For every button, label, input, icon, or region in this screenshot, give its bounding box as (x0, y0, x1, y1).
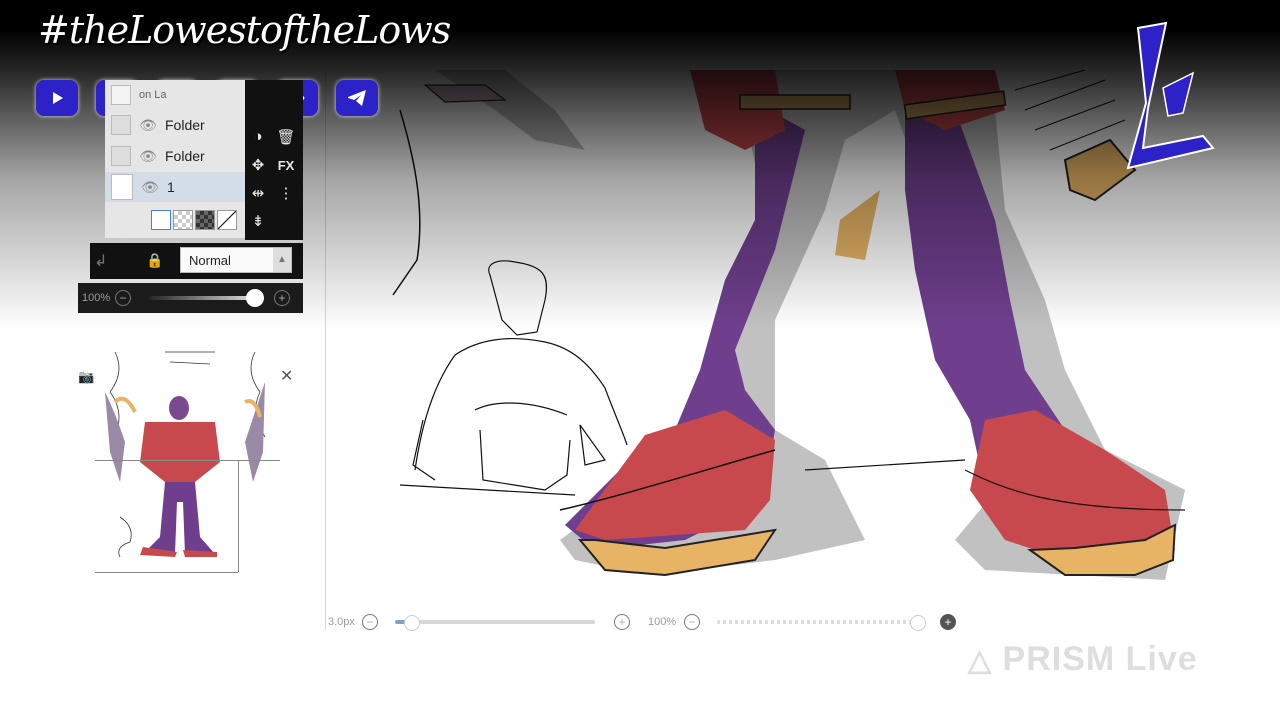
brush-opacity-value: 100% (648, 616, 677, 628)
white-background-swatch[interactable] (151, 210, 171, 230)
stylized-L-logo-icon (1126, 21, 1215, 170)
layer-row-active[interactable]: 👁 1 (105, 172, 245, 202)
folder-label: Folder (165, 148, 205, 164)
mask-icon[interactable]: ◑ (247, 128, 269, 145)
telegram-icon (336, 80, 378, 116)
eye-icon[interactable]: 👁 (141, 179, 159, 196)
brush-opacity-plus-button[interactable]: + (940, 614, 956, 630)
folder-label: Folder (165, 117, 205, 133)
no-background-swatch[interactable] (217, 210, 237, 230)
layer-row[interactable]: on La (105, 80, 245, 110)
close-icon[interactable]: ✕ (280, 366, 293, 386)
reference-image (95, 342, 280, 573)
brush-size-slider[interactable] (395, 620, 595, 624)
merge-icon[interactable]: ⇟ (247, 212, 269, 230)
eye-icon[interactable]: 👁 (139, 117, 157, 134)
reference-preview[interactable] (95, 342, 280, 622)
stream-hashtag-title: #theLowestoftheLows (38, 8, 451, 52)
layer-thumbnail (111, 85, 131, 105)
opacity-slider-handle[interactable] (246, 289, 264, 307)
layer-tools-column: ◑ 🗑 ✥ FX ⇹ ⋮ ⇟ (245, 80, 303, 240)
layer-label: on La (139, 89, 167, 101)
youtube-icon (36, 80, 78, 116)
plus-button[interactable]: + (274, 290, 290, 306)
move-icon[interactable]: ✥ (247, 156, 269, 174)
folder-icon (111, 146, 131, 166)
brush-opacity-minus-button[interactable]: − (684, 614, 700, 630)
clip-icon[interactable]: ↲ (94, 251, 107, 271)
brush-size-value: 3.0px (328, 616, 355, 628)
opacity-slider[interactable] (148, 296, 254, 300)
camera-icon[interactable]: 📷 (78, 369, 94, 385)
layer-opacity-bar: 100% − + (78, 283, 303, 313)
trash-icon[interactable]: 🗑 (275, 128, 297, 146)
blend-mode-value: Normal (189, 252, 231, 268)
dark-background-swatch[interactable] (195, 210, 215, 230)
transparent-background-swatch[interactable] (173, 210, 193, 230)
chevron-up-icon: ▲ (273, 248, 291, 272)
minus-button[interactable]: − (115, 290, 131, 306)
brush-size-plus-button[interactable]: + (614, 614, 630, 630)
layer-label: 1 (167, 179, 175, 195)
prism-live-watermark: △ PRISM Live (968, 640, 1198, 679)
layer-thumbnail (111, 174, 133, 200)
alpha-lock-icon[interactable]: 🔒 (146, 252, 163, 269)
background-swatches (151, 210, 237, 230)
more-options-icon[interactable]: ⋮ (275, 184, 297, 202)
blend-mode-select[interactable]: Normal ▲ (180, 247, 292, 273)
fx-button[interactable]: FX (275, 158, 297, 173)
brush-opacity-handle[interactable] (910, 615, 926, 631)
prism-logo-icon: △ (968, 644, 993, 677)
folder-row[interactable]: 👁 Folder (105, 141, 245, 171)
brush-opacity-slider[interactable] (717, 620, 917, 624)
folder-row[interactable]: 👁 Folder (105, 110, 245, 140)
flip-icon[interactable]: ⇹ (247, 184, 269, 202)
brush-size-handle[interactable] (404, 615, 420, 631)
eye-icon[interactable]: 👁 (139, 148, 157, 165)
opacity-value: 100% (82, 292, 111, 304)
brush-settings-bar: 3.0px − + 100% − + (325, 610, 965, 634)
brush-size-minus-button[interactable]: − (362, 614, 378, 630)
watermark-text: PRISM Live (1002, 640, 1198, 678)
folder-icon (111, 115, 131, 135)
